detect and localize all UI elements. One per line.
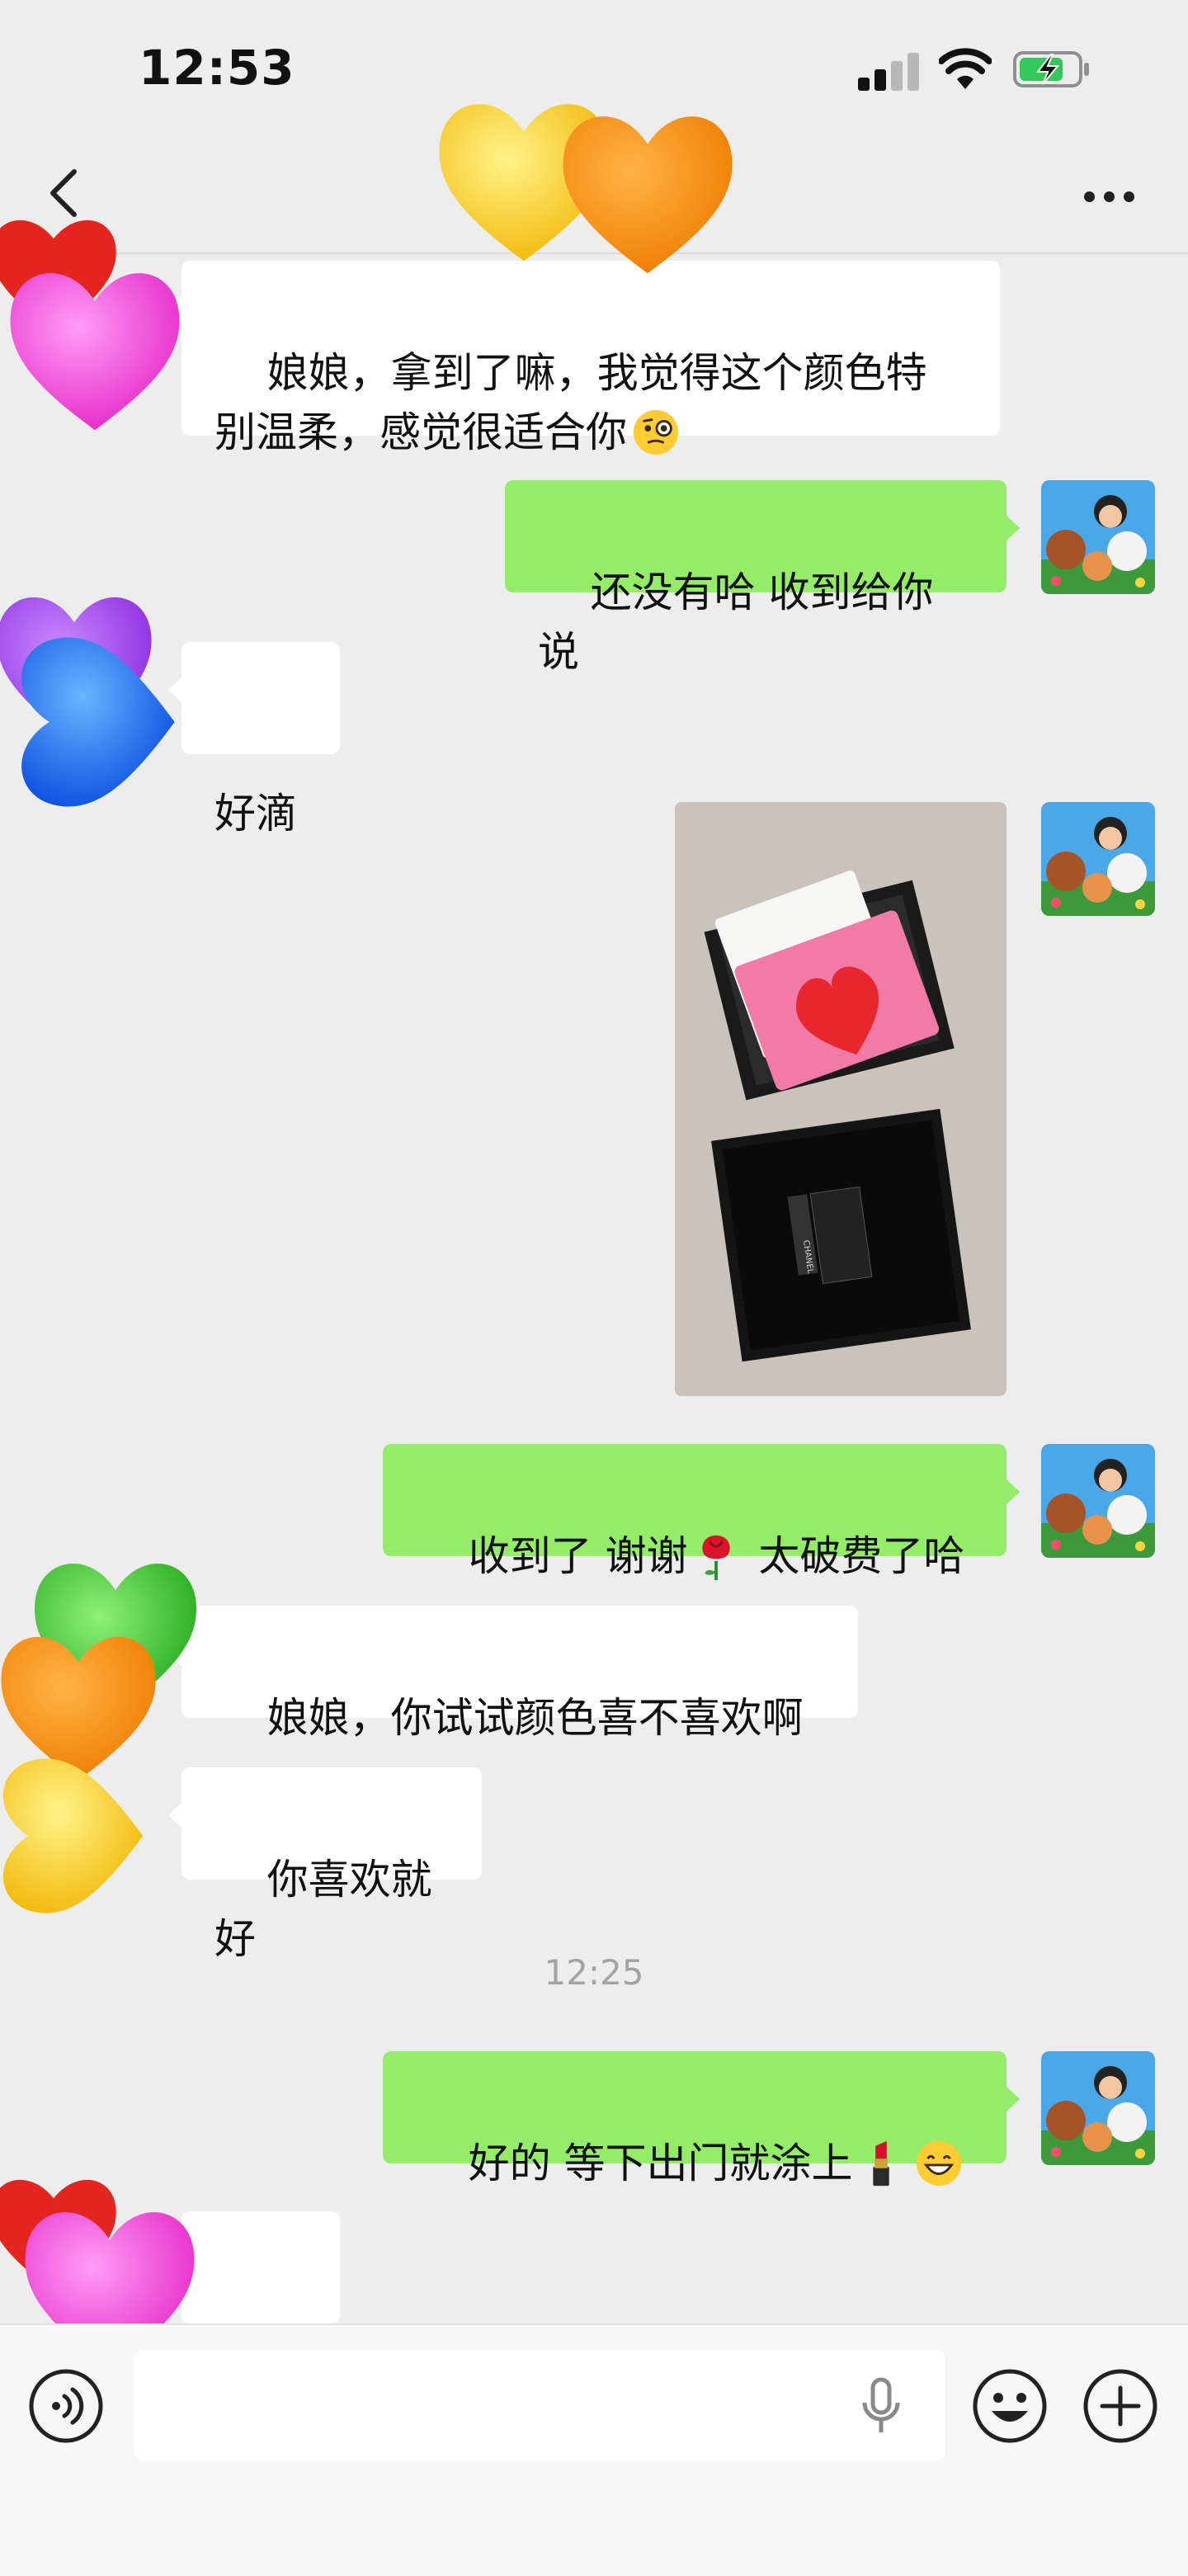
plus-icon[interactable] (1082, 2368, 1158, 2444)
image-message[interactable]: CHANEL (675, 802, 1006, 1396)
avatar[interactable] (1041, 1444, 1155, 1558)
message-input[interactable] (134, 2350, 945, 2460)
grinning-face-emoji (913, 2138, 964, 2189)
message-text: 收到了 谢谢 (468, 1532, 688, 1580)
battery-charging-icon (1013, 50, 1092, 89)
more-icon[interactable] (1081, 182, 1138, 211)
heart-sticker-orange (553, 91, 742, 289)
wifi-icon (938, 48, 992, 91)
avatar[interactable] (1041, 802, 1155, 916)
lipstick-emoji (856, 2138, 907, 2189)
chat-area[interactable]: 娘娘，拿到了嘛，我觉得这个颜色特 别温柔，感觉很适合你 还没有哈 收到给你说 好… (0, 252, 1188, 2407)
message-bubble-incoming[interactable]: 你喜欢就好 (168, 1767, 482, 1963)
input-bar (0, 2324, 1188, 2576)
monocle-face-emoji (630, 407, 681, 458)
avatar[interactable] (1041, 2051, 1155, 2165)
rose-emoji (691, 1531, 742, 1582)
message-text: 好的 等下出门就涂上 (468, 2140, 853, 2187)
message-bubble-outgoing[interactable]: 还没有哈 收到给你说 (505, 480, 1020, 676)
message-bubble-incoming[interactable]: 娘娘，你试试颜色喜不喜欢啊 (168, 1606, 858, 1742)
message-text: 娘娘，你试试颜色喜不喜欢啊 (266, 1694, 804, 1742)
message-text: 还没有哈 收到给你说 (538, 569, 934, 676)
mic-icon[interactable] (858, 2376, 904, 2436)
voice-icon[interactable] (28, 2368, 104, 2444)
heart-sticker-magenta (0, 248, 190, 446)
message-timestamp: 12:25 (544, 1952, 644, 1993)
message-bubble-outgoing[interactable]: 收到了 谢谢 太破费了哈 (383, 1444, 1020, 1580)
message-text: 你喜欢就好 (214, 1856, 432, 1963)
message-bubble-incoming[interactable]: 好滴 (168, 2211, 340, 2407)
signal-icon (858, 51, 919, 91)
message-bubble-outgoing[interactable]: 好的 等下出门就涂上 (383, 2051, 1020, 2187)
status-time: 12:53 (139, 40, 295, 96)
message-text: 娘娘，拿到了嘛，我觉得这个颜色特 别温柔，感觉很适合你 (214, 349, 927, 456)
heart-sticker-blue (0, 627, 190, 817)
message-text: 太破费了哈 (745, 1532, 965, 1580)
heart-sticker-yellow (0, 1741, 157, 1931)
emoji-face-icon[interactable] (972, 2368, 1048, 2444)
message-bubble-incoming[interactable]: 好滴 (168, 642, 340, 837)
avatar[interactable] (1041, 480, 1155, 594)
message-text: 好滴 (214, 790, 297, 837)
